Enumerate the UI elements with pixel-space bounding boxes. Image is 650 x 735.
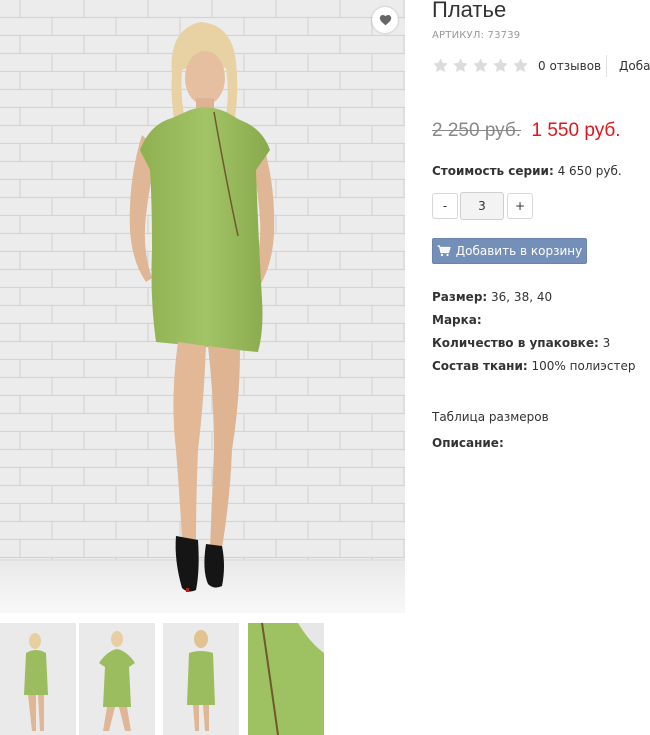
old-price: 2 250 руб. — [432, 120, 522, 141]
series-cost-value: 4 650 руб. — [557, 164, 622, 178]
property-size: Размер: 36, 38, 40 — [432, 290, 635, 313]
main-product-photo[interactable] — [0, 0, 405, 613]
property-label: Размер: — [432, 290, 488, 304]
product-title: Платье — [432, 0, 507, 22]
thumbnail-3[interactable] — [163, 623, 239, 735]
product-info: Платье АРТИКУЛ: 73739 0 отзывов Добав 2 … — [432, 0, 650, 735]
add-to-cart-button[interactable]: Добавить в корзину — [432, 238, 587, 264]
favorite-button[interactable] — [372, 7, 398, 33]
rating-row: 0 отзывов Добав — [432, 55, 650, 77]
thumbnail-image — [163, 623, 239, 735]
current-price: 1 550 руб. — [531, 120, 621, 141]
sku-value: 73739 — [487, 30, 521, 41]
price-block: 2 250 руб. 1 550 руб. — [432, 120, 621, 142]
property-label: Количество в упаковке: — [432, 336, 599, 350]
size-table-link[interactable]: Таблица размеров — [432, 410, 549, 424]
thumbnail-2[interactable] — [79, 623, 155, 735]
thumbnail-4[interactable] — [248, 623, 324, 735]
product-sku: АРТИКУЛ: 73739 — [432, 30, 520, 41]
property-label: Марка: — [432, 313, 482, 327]
quantity-input[interactable]: 3 — [460, 192, 504, 220]
star-icon[interactable] — [452, 57, 469, 74]
star-icon[interactable] — [512, 57, 529, 74]
star-icon[interactable] — [432, 57, 449, 74]
product-properties: Размер: 36, 38, 40 Марка: Количество в у… — [432, 290, 635, 382]
product-image — [0, 0, 405, 613]
property-value: 36, 38, 40 — [491, 290, 553, 304]
divider — [606, 55, 607, 77]
reviews-count-link[interactable]: 0 отзывов — [538, 59, 601, 73]
series-cost: Стоимость серии: 4 650 руб. — [432, 164, 622, 178]
star-icon[interactable] — [492, 57, 509, 74]
shopping-cart-icon — [437, 245, 451, 257]
description-label: Описание: — [432, 436, 504, 450]
heart-icon — [379, 15, 391, 26]
sku-label: АРТИКУЛ: — [432, 30, 485, 41]
property-brand: Марка: — [432, 313, 635, 336]
property-label: Состав ткани: — [432, 359, 528, 373]
add-review-link[interactable]: Добав — [619, 59, 650, 73]
property-value: 3 — [602, 336, 611, 350]
quantity-decrease-button[interactable]: - — [432, 193, 458, 219]
thumbnail-1[interactable] — [0, 623, 76, 735]
star-icon[interactable] — [472, 57, 489, 74]
thumbnail-image — [248, 623, 324, 735]
property-value: 100% полиэстер — [531, 359, 636, 373]
thumbnail-image — [0, 623, 76, 735]
rating-stars[interactable] — [432, 57, 529, 74]
quantity-increase-button[interactable]: + — [507, 193, 533, 219]
series-cost-label: Стоимость серии: — [432, 164, 554, 178]
property-fabric: Состав ткани: 100% полиэстер — [432, 359, 635, 382]
property-pack-quantity: Количество в упаковке: 3 — [432, 336, 635, 359]
add-to-cart-label: Добавить в корзину — [455, 244, 583, 258]
thumbnail-image — [79, 623, 155, 735]
